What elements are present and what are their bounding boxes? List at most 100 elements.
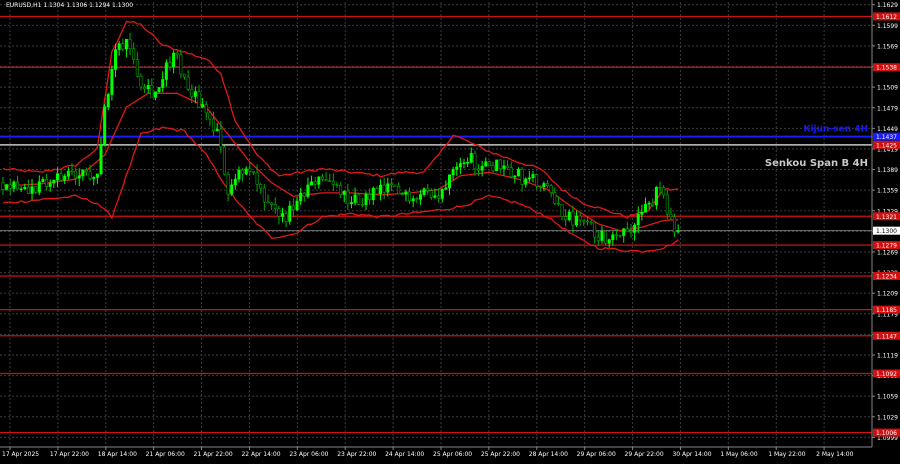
candle-body bbox=[103, 106, 107, 145]
candle-body bbox=[37, 181, 41, 193]
candle-body bbox=[411, 198, 415, 202]
candle-body bbox=[593, 222, 597, 238]
candle-body bbox=[535, 174, 539, 187]
time-tick-label: 17 Apr 2025 bbox=[2, 451, 39, 458]
candle-body bbox=[124, 38, 128, 50]
candle-body bbox=[506, 165, 510, 168]
candle-body bbox=[157, 87, 161, 93]
level-tag-label: 1.1612 bbox=[876, 14, 897, 21]
time-tick-label: 2 May 14:00 bbox=[816, 451, 854, 458]
candle-body bbox=[455, 166, 459, 170]
candle-body bbox=[531, 174, 535, 179]
candle-body bbox=[665, 194, 669, 215]
candle-body bbox=[81, 169, 85, 177]
candle-body bbox=[164, 62, 168, 80]
candle-body bbox=[95, 173, 99, 178]
time-tick-label: 23 Apr 06:00 bbox=[289, 451, 328, 458]
candle-body bbox=[117, 43, 121, 50]
candle-body bbox=[360, 204, 364, 206]
candle-body bbox=[270, 202, 274, 205]
candle-body bbox=[447, 174, 451, 189]
candle-body bbox=[92, 177, 96, 179]
candle-body bbox=[16, 181, 20, 190]
candle-body bbox=[248, 168, 252, 172]
candle-body bbox=[520, 169, 524, 185]
candle-body bbox=[281, 213, 285, 217]
candle-body bbox=[114, 49, 118, 70]
candle-body bbox=[607, 239, 611, 244]
candle-body bbox=[553, 192, 557, 204]
candle-body bbox=[30, 186, 34, 194]
candle-body bbox=[288, 205, 292, 222]
candle-body bbox=[26, 186, 30, 194]
candle-body bbox=[342, 190, 346, 195]
time-tick-label: 24 Apr 14:00 bbox=[385, 451, 424, 458]
candle-body bbox=[161, 79, 165, 88]
candle-body bbox=[135, 59, 139, 77]
candle-body bbox=[393, 184, 397, 187]
time-tick-label: 29 Apr 06:00 bbox=[577, 451, 616, 458]
candle-body bbox=[611, 234, 615, 240]
candle-body bbox=[193, 91, 197, 97]
candle-body bbox=[440, 189, 444, 199]
candle-body bbox=[604, 230, 608, 244]
candle-body bbox=[582, 219, 586, 222]
candle-body bbox=[175, 52, 179, 55]
chart-area[interactable]: 1.16291.15991.15691.15391.15091.14791.14… bbox=[0, 0, 900, 460]
candle-body bbox=[415, 198, 419, 200]
candle-body bbox=[596, 236, 600, 241]
candle-body bbox=[658, 187, 662, 189]
candle-body bbox=[495, 159, 499, 172]
candle-body bbox=[241, 169, 245, 175]
candle-body bbox=[368, 194, 372, 201]
time-tick-label: 18 Apr 14:00 bbox=[98, 451, 137, 458]
candle-body bbox=[295, 200, 299, 211]
price-tick-label: 1.1629 bbox=[877, 2, 898, 9]
candle-body bbox=[128, 38, 132, 49]
candle-body bbox=[673, 216, 677, 233]
candle-body bbox=[433, 195, 437, 198]
time-tick-label: 17 Apr 22:00 bbox=[50, 451, 89, 458]
candle-body bbox=[59, 173, 63, 181]
time-tick-label: 22 Apr 14:00 bbox=[241, 451, 280, 458]
time-tick-label: 28 Apr 14:00 bbox=[529, 451, 568, 458]
price-chart[interactable]: 1.16291.15991.15691.15391.15091.14791.14… bbox=[0, 0, 900, 460]
level-tag-label: 1.1147 bbox=[876, 333, 897, 340]
candle-body bbox=[567, 211, 571, 221]
candle-body bbox=[498, 159, 502, 169]
candle-body bbox=[589, 221, 593, 224]
price-tick-label: 1.1269 bbox=[877, 249, 898, 256]
candle-body bbox=[179, 54, 183, 75]
candle-body bbox=[19, 188, 23, 191]
candle-body bbox=[299, 192, 303, 202]
candle-body bbox=[313, 181, 317, 185]
candle-body bbox=[549, 185, 553, 193]
candle-body bbox=[349, 202, 353, 205]
candle-body bbox=[375, 187, 379, 195]
candle-body bbox=[237, 169, 241, 180]
candle-body bbox=[408, 191, 412, 202]
plot-background bbox=[0, 0, 900, 460]
price-tick-label: 1.1449 bbox=[877, 126, 898, 133]
current-price-tag-label: 1.1300 bbox=[876, 228, 897, 235]
candle-body bbox=[633, 224, 637, 233]
kijun-sen-label: Kijun-sen 4H bbox=[804, 125, 869, 135]
candle-body bbox=[614, 234, 618, 236]
candle-body bbox=[41, 178, 45, 183]
candle-body bbox=[618, 235, 622, 237]
candle-body bbox=[426, 188, 430, 191]
candle-body bbox=[63, 175, 67, 181]
candle-body bbox=[487, 161, 491, 166]
candle-body bbox=[560, 203, 564, 218]
candle-body bbox=[575, 215, 579, 226]
kijun-tag-label: 1.1437 bbox=[876, 134, 897, 141]
candle-body bbox=[469, 153, 473, 163]
candle-body bbox=[186, 76, 190, 90]
candle-body bbox=[183, 73, 187, 78]
candle-body bbox=[422, 188, 426, 195]
candle-body bbox=[121, 43, 125, 50]
candle-body bbox=[654, 187, 658, 206]
level-tag-label: 1.1538 bbox=[876, 65, 897, 72]
candle-body bbox=[640, 211, 644, 215]
candle-body bbox=[524, 178, 528, 185]
